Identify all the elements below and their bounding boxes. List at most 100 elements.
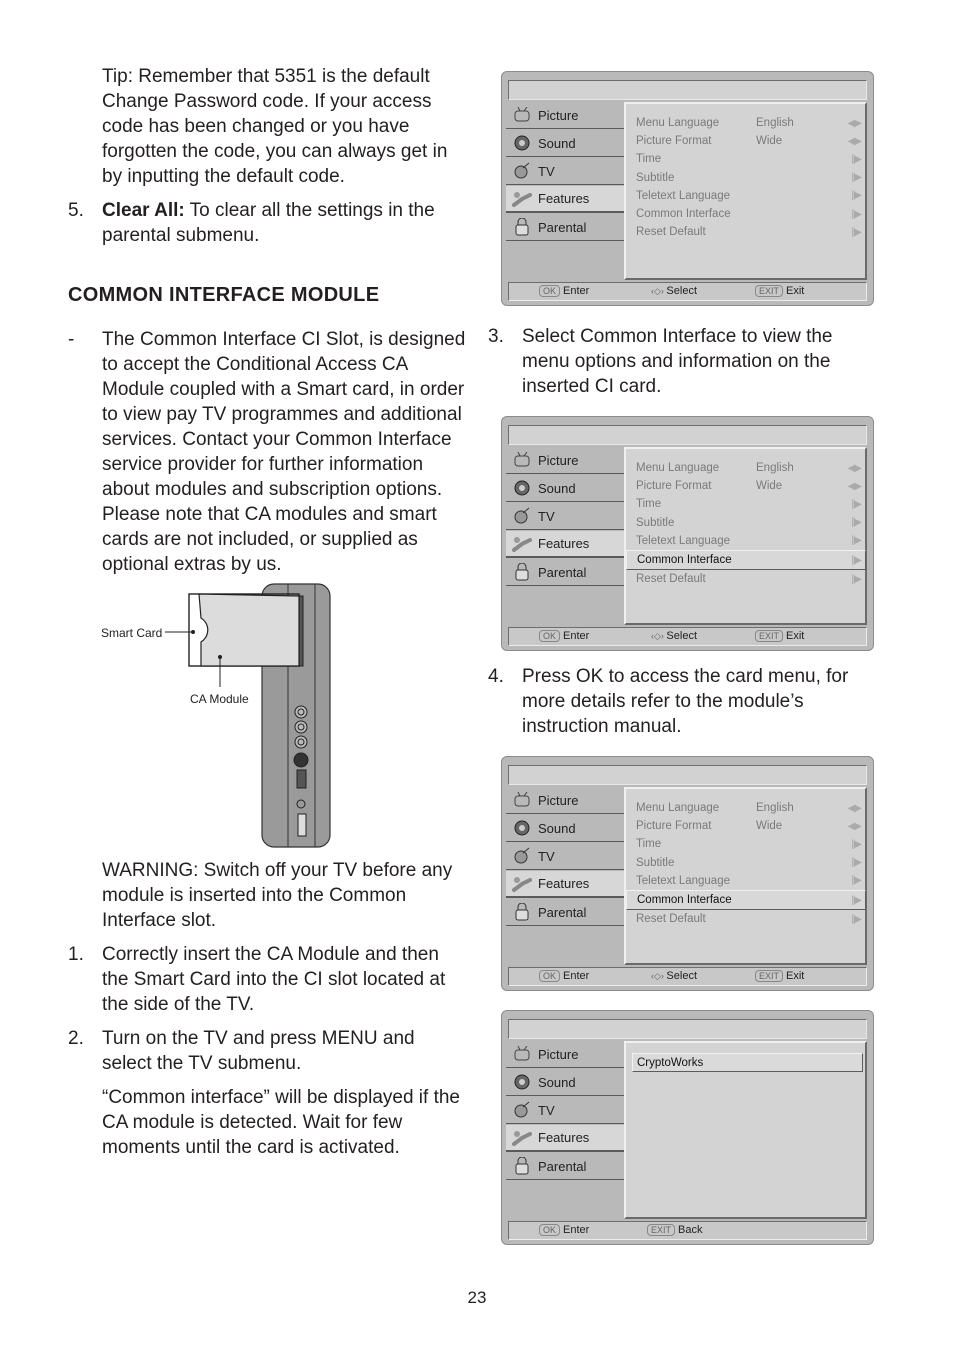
sidebar-item-features[interactable]: Features xyxy=(506,1125,626,1152)
wrench-icon xyxy=(512,535,532,553)
sidebar-item-features[interactable]: Features xyxy=(506,186,626,213)
menu-row-value: Wide xyxy=(756,480,783,493)
left-right-arrow-icon: ◀▶ xyxy=(847,480,862,492)
submenu-arrow-icon: ||▶ xyxy=(851,226,862,238)
sidebar-item-tv[interactable]: TV xyxy=(506,158,624,185)
menu-row-teletext-language[interactable]: Teletext Language ||▶ xyxy=(626,187,865,205)
menu-row-label: Teletext Language xyxy=(636,534,730,547)
sidebar-item-sound[interactable]: Sound xyxy=(506,1069,624,1096)
menu-row-subtitle[interactable]: Subtitle ||▶ xyxy=(626,514,865,532)
sidebar-item-label: Sound xyxy=(538,1074,576,1090)
sidebar-item-parental[interactable]: Parental xyxy=(506,214,624,241)
satellite-icon xyxy=(512,162,532,180)
sidebar-item-sound[interactable]: Sound xyxy=(506,130,624,157)
menu-row-menu-language[interactable]: Menu Language English ◀▶ xyxy=(626,799,865,817)
submenu-arrow-icon: ||▶ xyxy=(851,857,862,869)
menu-row-label: Common Interface xyxy=(636,208,731,221)
navigate-arrows-icon: ‹◇› xyxy=(651,971,667,981)
intro-paragraph: - The Common Interface CI Slot, is desig… xyxy=(68,329,466,575)
sidebar-item-picture[interactable]: Picture xyxy=(506,447,624,474)
speaker-icon xyxy=(512,819,532,837)
tv-icon xyxy=(512,1045,532,1063)
left-column: Tip: Remember that 5351 is the default C… xyxy=(68,64,468,577)
menu-row-label: Menu Language xyxy=(636,462,720,475)
sidebar-item-label: Sound xyxy=(538,480,576,496)
sidebar-item-tv[interactable]: TV xyxy=(506,1097,624,1124)
footer-exit-hint: EXIT Exit xyxy=(755,630,804,642)
sidebar-item-features[interactable]: Features xyxy=(506,531,626,558)
menu-row-menu-language[interactable]: Menu Language English ◀▶ xyxy=(626,114,865,132)
menu-row-label: Time xyxy=(636,498,662,511)
submenu-arrow-icon: ||▶ xyxy=(851,208,862,220)
footer-back-hint-label: Back xyxy=(678,1224,703,1236)
menu-row-reset-default[interactable]: Reset Default ||▶ xyxy=(626,910,865,928)
menu-row-common-interface[interactable]: Common Interface ||▶ xyxy=(626,889,866,911)
submenu-arrow-icon: ||▶ xyxy=(851,535,862,547)
menu-row-label: Reset Default xyxy=(636,573,706,586)
sidebar-item-parental[interactable]: Parental xyxy=(506,1153,624,1180)
menu-row-subtitle[interactable]: Subtitle ||▶ xyxy=(626,854,865,872)
step-3: 3. Select Common Interface to view the m… xyxy=(488,326,833,397)
menu-row-time[interactable]: Time ||▶ xyxy=(626,835,865,853)
menu-row-common-interface[interactable]: Common Interface ||▶ xyxy=(626,205,865,223)
menu-row-teletext-language[interactable]: Teletext Language ||▶ xyxy=(626,532,865,550)
sidebar-item-sound[interactable]: Sound xyxy=(506,475,624,502)
sidebar-item-picture[interactable]: Picture xyxy=(506,787,624,814)
menu-row-common-interface[interactable]: Common Interface ||▶ xyxy=(626,549,866,571)
sidebar-item-features[interactable]: Features xyxy=(506,871,626,898)
page-number: 23 xyxy=(467,1288,487,1307)
speaker-icon xyxy=(512,479,532,497)
left-right-arrow-icon: ◀▶ xyxy=(847,117,862,129)
exit-key-icon: EXIT xyxy=(755,285,784,297)
menu-row-reset-default[interactable]: Reset Default ||▶ xyxy=(626,570,865,588)
footer-exit-hint-label: Exit xyxy=(786,630,805,642)
menu-row-value: Wide xyxy=(756,135,783,148)
lock-icon xyxy=(512,903,532,921)
navigate-arrows-icon: ‹◇› xyxy=(651,631,667,641)
tip-paragraph: Tip: Remember that 5351 is the default C… xyxy=(102,66,448,187)
sidebar-item-tv[interactable]: TV xyxy=(506,503,624,530)
sidebar-item-tv[interactable]: TV xyxy=(506,843,624,870)
left-column-lower: WARNING: Switch off your TV before any m… xyxy=(68,858,468,1160)
sidebar-item-picture[interactable]: Picture xyxy=(506,102,624,129)
footer-exit-hint-label: Exit xyxy=(786,285,805,297)
ok-key-icon: OK xyxy=(539,630,561,642)
exit-key-icon: EXIT xyxy=(647,1224,676,1236)
ca-module-label: CA Module xyxy=(190,692,249,706)
menu-row-reset-default[interactable]: Reset Default ||▶ xyxy=(626,223,865,241)
ok-key-icon: OK xyxy=(539,1224,561,1236)
menu-row-picture-format[interactable]: Picture Format Wide ◀▶ xyxy=(626,477,865,495)
menu-row-picture-format[interactable]: Picture Format Wide ◀▶ xyxy=(626,132,865,150)
warning-paragraph: WARNING: Switch off your TV before any m… xyxy=(102,860,453,931)
menu-row-time[interactable]: Time ||▶ xyxy=(626,495,865,513)
menu-row-label: Common Interface xyxy=(637,554,732,567)
menu-row-teletext-language[interactable]: Teletext Language ||▶ xyxy=(626,872,865,890)
menu-row-subtitle[interactable]: Subtitle ||▶ xyxy=(626,169,865,187)
sidebar-item-label: TV xyxy=(538,848,555,864)
sidebar-item-parental[interactable]: Parental xyxy=(506,899,624,926)
satellite-icon xyxy=(512,507,532,525)
menu-row-menu-language[interactable]: Menu Language English ◀▶ xyxy=(626,459,865,477)
navigate-arrows-icon: ‹◇› xyxy=(651,286,667,296)
menu-row-label: Reset Default xyxy=(636,913,706,926)
menu-row-label: Picture Format xyxy=(636,135,712,148)
submenu-arrow-icon: ||▶ xyxy=(851,190,862,202)
sidebar-item-picture[interactable]: Picture xyxy=(506,1041,624,1068)
tv-menu-sidebar: Picture Sound TV Features Parental xyxy=(506,787,626,927)
smart-card-label: Smart Card xyxy=(101,626,163,640)
footer-select-hint: ‹◇› Select xyxy=(651,630,697,642)
menu-row-picture-format[interactable]: Picture Format Wide ◀▶ xyxy=(626,817,865,835)
footer-back-hint: EXIT Back xyxy=(647,1224,702,1236)
menu-row-label: Menu Language xyxy=(636,802,720,815)
footer-enter-hint: OK Enter xyxy=(539,285,589,297)
lock-icon xyxy=(512,1157,532,1175)
ci-card-item[interactable]: CryptoWorks xyxy=(632,1053,863,1072)
menu-row-label: Subtitle xyxy=(636,171,675,184)
step-2: 2. Turn on the TV and press MENU and sel… xyxy=(68,1028,415,1074)
sidebar-item-label: Sound xyxy=(538,820,576,836)
menu-row-time[interactable]: Time ||▶ xyxy=(626,150,865,168)
lock-icon xyxy=(512,218,532,236)
sidebar-item-parental[interactable]: Parental xyxy=(506,559,624,586)
sidebar-item-sound[interactable]: Sound xyxy=(506,815,624,842)
sidebar-item-label: Features xyxy=(538,536,590,551)
